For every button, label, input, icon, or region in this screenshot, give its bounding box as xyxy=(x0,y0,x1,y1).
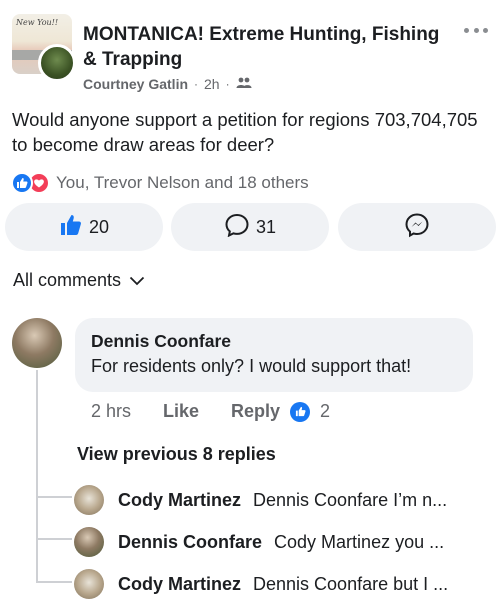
comment-bubble: Dennis Coonfare For residents only? I wo… xyxy=(75,318,473,392)
reply-row[interactable]: Cody Martinez Dennis Coonfare I’m n... xyxy=(74,485,447,515)
group-icon xyxy=(236,76,252,92)
reactions-text: You, Trevor Nelson and 18 others xyxy=(56,173,309,192)
reply-row[interactable]: Dennis Coonfare Cody Martinez you ... xyxy=(74,527,444,557)
thread-connector xyxy=(36,581,72,583)
comment-time[interactable]: 2 hrs xyxy=(91,401,163,422)
reply-avatar[interactable] xyxy=(74,485,104,515)
like-button[interactable]: 20 xyxy=(5,203,163,251)
reply-avatar[interactable] xyxy=(74,527,104,557)
comments-filter-dropdown[interactable]: All comments xyxy=(13,270,145,291)
chevron-down-icon xyxy=(129,270,145,291)
reply-text: Dennis Coonfare but I ... xyxy=(253,573,449,594)
comments-filter-label: All comments xyxy=(13,270,122,290)
separator-dot: · xyxy=(194,77,199,91)
comment-like-count[interactable]: 2 xyxy=(320,401,330,422)
reply-author[interactable]: Cody Martinez xyxy=(118,490,241,511)
reply-avatar[interactable] xyxy=(74,569,104,599)
more-options-button[interactable] xyxy=(464,24,488,36)
comment-like-icon xyxy=(290,401,311,422)
post-time[interactable]: 2h xyxy=(204,76,220,92)
comment-button[interactable]: 31 xyxy=(171,203,329,251)
reply-author[interactable]: Dennis Coonfare xyxy=(118,532,262,553)
comment-icon xyxy=(224,213,250,242)
thread-line xyxy=(36,370,38,583)
comment-like-button[interactable]: Like xyxy=(163,401,231,422)
thread-connector xyxy=(36,496,72,498)
group-name[interactable]: MONTANICA! Extreme Hunting, Fishing & Tr… xyxy=(83,22,453,72)
reactions-summary[interactable]: You, Trevor Nelson and 18 others xyxy=(11,172,309,194)
like-count: 20 xyxy=(88,216,110,237)
reply-text: Cody Martinez you ... xyxy=(274,531,445,552)
messenger-share-button[interactable] xyxy=(338,203,496,251)
comment-author[interactable]: Dennis Coonfare xyxy=(91,329,457,353)
view-previous-replies-link[interactable]: View previous 8 replies xyxy=(77,444,276,465)
reply-row[interactable]: Cody Martinez Dennis Coonfare but I ... xyxy=(74,569,448,599)
author-avatar[interactable] xyxy=(38,44,76,82)
comment-count: 31 xyxy=(255,216,277,237)
post-meta: Courtney Gatlin · 2h · xyxy=(83,76,252,92)
reply-author[interactable]: Cody Martinez xyxy=(118,574,241,595)
messenger-icon xyxy=(404,212,430,243)
post-author[interactable]: Courtney Gatlin xyxy=(83,76,188,92)
thumbs-up-icon xyxy=(59,213,83,242)
post-text: Would anyone support a petition for regi… xyxy=(12,109,478,155)
more-dot-icon xyxy=(473,27,479,33)
commenter-avatar[interactable] xyxy=(12,318,62,368)
more-dot-icon xyxy=(464,27,469,33)
like-reaction-icon xyxy=(11,172,33,194)
comment-actions: 2 hrs Like Reply 2 xyxy=(91,401,330,422)
group-avatar-script: New You!! xyxy=(16,18,59,27)
more-dot-icon xyxy=(483,27,488,33)
reply-text: Dennis Coonfare I’m n... xyxy=(253,489,448,510)
separator-dot: · xyxy=(225,77,230,91)
thread-connector xyxy=(36,538,72,540)
comment-reply-button[interactable]: Reply xyxy=(231,401,280,422)
comment-text: For residents only? I would support that… xyxy=(91,356,412,376)
